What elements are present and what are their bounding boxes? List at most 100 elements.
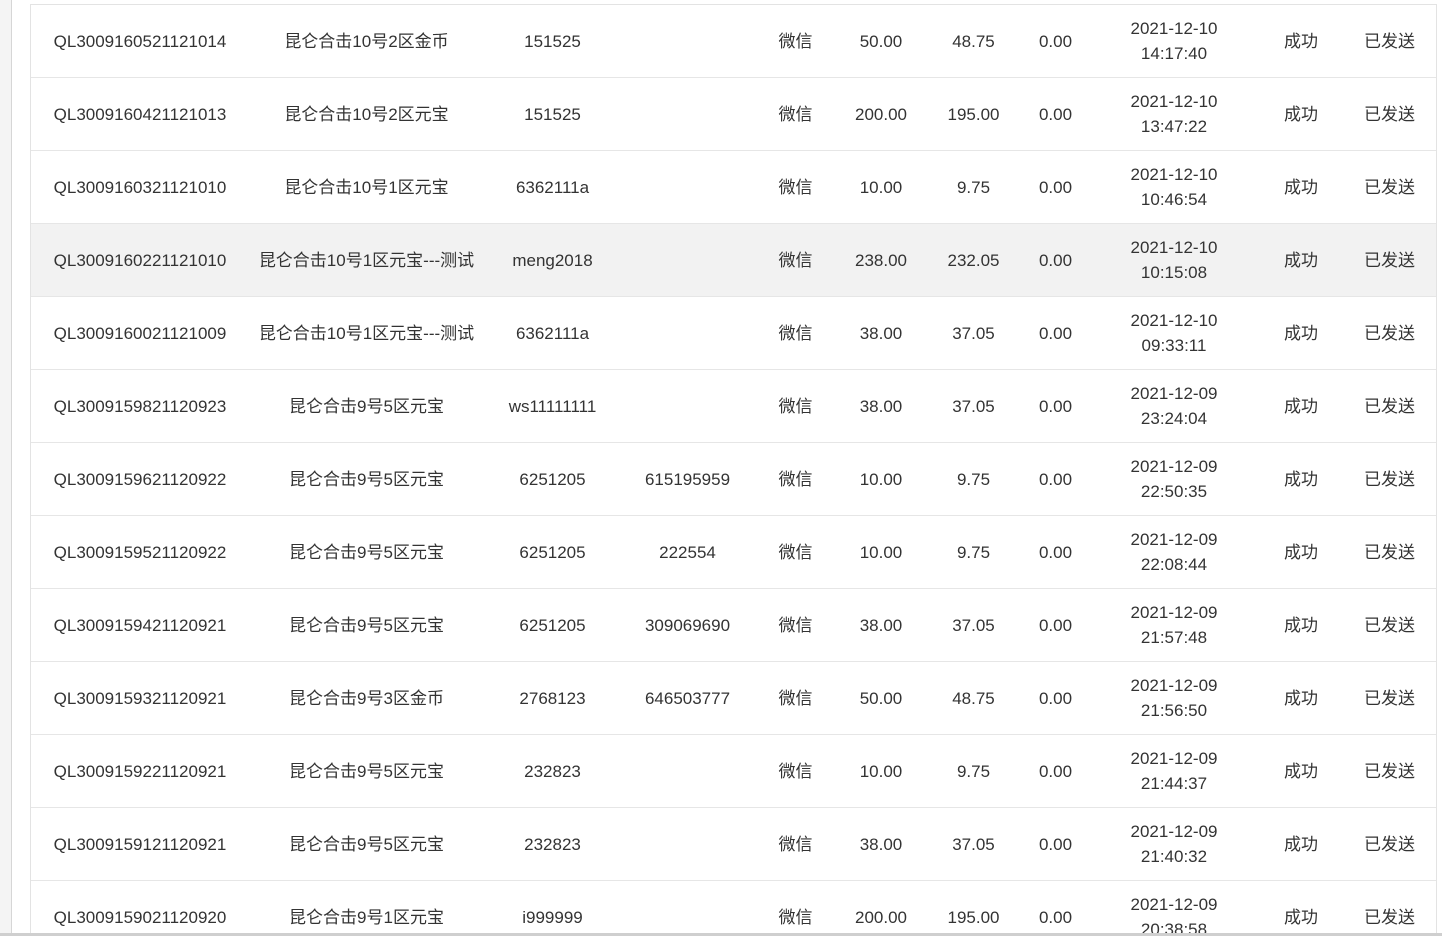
table-row[interactable]: QL3009159221120921 昆仑合击9号5区元宝 232823 微信 10.0… [31,734,1436,808]
game-product-cell: 昆仑合击10号1区元宝---测试 [249,296,484,370]
fee-cell: 0.00 [1022,880,1089,936]
order-date: 2021-12-09 [1130,676,1218,695]
game-product-cell: 昆仑合击9号5区元宝 [249,442,484,516]
role-id-cell [621,77,754,151]
order-amount-cell: 10.00 [837,515,925,589]
order-clock-time: 21:44:37 [1140,774,1208,793]
order-date: 2021-12-09 [1130,895,1218,914]
order-time-cell: 2021-12-09 21:44:37 [1089,734,1259,808]
fee-cell: 0.00 [1022,661,1089,735]
fee-cell: 0.00 [1022,515,1089,589]
actual-amount-cell: 37.05 [925,807,1022,881]
game-product-cell: 昆仑合击10号1区元宝 [249,150,484,224]
delivery-status-cell: 已发送 [1343,515,1436,589]
game-product-cell: 昆仑合击9号1区元宝 [249,880,484,936]
actual-amount-cell: 48.75 [925,5,1022,78]
order-number-cell: QL3009159421120921 [31,588,249,662]
table-row[interactable]: QL3009159521120922 昆仑合击9号5区元宝 6251205 22255… [31,515,1436,589]
role-id-cell [621,880,754,936]
table-row[interactable]: QL3009160421121013 昆仑合击10号2区元宝 151525 微信 200… [31,77,1436,151]
order-date: 2021-12-10 [1130,238,1218,257]
game-account-cell: 6251205 [484,515,621,589]
role-id-cell: 646503777 [621,661,754,735]
payment-method-cell: 微信 [754,442,837,516]
order-amount-cell: 200.00 [837,77,925,151]
table-row[interactable]: QL3009159821120923 昆仑合击9号5区元宝 ws11111111 微信… [31,369,1436,443]
order-amount-cell: 200.00 [837,880,925,936]
role-id-cell [621,5,754,78]
payment-method-cell: 微信 [754,5,837,78]
payment-method-cell: 微信 [754,515,837,589]
payment-method-cell: 微信 [754,661,837,735]
game-product-cell: 昆仑合击9号5区元宝 [249,807,484,881]
delivery-status-cell: 已发送 [1343,442,1436,516]
fee-cell: 0.00 [1022,369,1089,443]
order-clock-time: 21:57:48 [1140,628,1208,647]
order-time-cell: 2021-12-09 23:24:04 [1089,369,1259,443]
order-number-cell: QL3009160421121013 [31,77,249,151]
game-product-cell: 昆仑合击9号5区元宝 [249,369,484,443]
order-amount-cell: 10.00 [837,150,925,224]
order-date: 2021-12-09 [1130,603,1218,622]
fee-cell: 0.00 [1022,588,1089,662]
order-clock-time: 22:08:44 [1140,555,1208,574]
order-number-cell: QL3009160321121010 [31,150,249,224]
actual-amount-cell: 37.05 [925,588,1022,662]
payment-status-cell: 成功 [1259,588,1343,662]
order-time-cell: 2021-12-09 21:56:50 [1089,661,1259,735]
game-product-cell: 昆仑合击10号2区金币 [249,5,484,78]
order-clock-time: 21:56:50 [1140,701,1208,720]
order-number-cell: QL3009159821120923 [31,369,249,443]
order-amount-cell: 38.00 [837,369,925,443]
order-time-cell: 2021-12-09 22:08:44 [1089,515,1259,589]
order-time-cell: 2021-12-09 21:40:32 [1089,807,1259,881]
delivery-status-cell: 已发送 [1343,661,1436,735]
game-product-cell: 昆仑合击9号5区元宝 [249,515,484,589]
order-number-cell: QL3009159521120922 [31,515,249,589]
order-date: 2021-12-09 [1130,530,1218,549]
orders-table: QL3009160521121014 昆仑合击10号2区金币 151525 微信 50.… [31,5,1436,936]
left-scroll-gutter [0,0,12,936]
payment-method-cell: 微信 [754,369,837,443]
role-id-cell [621,807,754,881]
order-list-page: QL3009160521121014 昆仑合击10号2区金币 151525 微信 50.… [0,0,1442,936]
table-row[interactable]: QL3009159621120922 昆仑合击9号5区元宝 6251205 61519… [31,442,1436,516]
table-row[interactable]: QL3009160521121014 昆仑合击10号2区金币 151525 微信 50.… [31,5,1436,78]
table-row[interactable]: QL3009159321120921 昆仑合击9号3区金币 2768123 64650… [31,661,1436,735]
actual-amount-cell: 37.05 [925,296,1022,370]
order-clock-time: 14:17:40 [1140,44,1208,63]
payment-method-cell: 微信 [754,807,837,881]
order-time-cell: 2021-12-10 10:46:54 [1089,150,1259,224]
order-time-cell: 2021-12-10 13:47:22 [1089,77,1259,151]
table-row[interactable]: QL3009160021121009 昆仑合击10号1区元宝---测试 636211… [31,296,1436,370]
game-account-cell: ws11111111 [484,369,621,443]
payment-status-cell: 成功 [1259,150,1343,224]
role-id-cell [621,223,754,297]
payment-method-cell: 微信 [754,77,837,151]
payment-status-cell: 成功 [1259,661,1343,735]
payment-status-cell: 成功 [1259,369,1343,443]
order-clock-time: 10:15:08 [1140,263,1208,282]
payment-status-cell: 成功 [1259,77,1343,151]
order-clock-time: 10:46:54 [1140,190,1208,209]
order-date: 2021-12-10 [1130,165,1218,184]
game-product-cell: 昆仑合击10号2区元宝 [249,77,484,151]
table-row[interactable]: QL3009159121120921 昆仑合击9号5区元宝 232823 微信 38.0… [31,807,1436,881]
order-number-cell: QL3009160021121009 [31,296,249,370]
payment-method-cell: 微信 [754,588,837,662]
order-amount-cell: 38.00 [837,588,925,662]
actual-amount-cell: 195.00 [925,880,1022,936]
table-row[interactable]: QL3009159421120921 昆仑合击9号5区元宝 6251205 30906… [31,588,1436,662]
delivery-status-cell: 已发送 [1343,588,1436,662]
game-account-cell: 151525 [484,77,621,151]
actual-amount-cell: 232.05 [925,223,1022,297]
table-row[interactable]: QL3009160221121010 昆仑合击10号1区元宝---测试 meng20… [31,223,1436,297]
delivery-status-cell: 已发送 [1343,5,1436,78]
role-id-cell [621,734,754,808]
table-row[interactable]: QL3009159021120920 昆仑合击9号1区元宝 i999999 微信 200… [31,880,1436,936]
table-row[interactable]: QL3009160321121010 昆仑合击10号1区元宝 6362111a 微信 1… [31,150,1436,224]
fee-cell: 0.00 [1022,807,1089,881]
orders-table-body: QL3009160521121014 昆仑合击10号2区金币 151525 微信 50.… [31,5,1436,936]
order-number-cell: QL3009159021120920 [31,880,249,936]
role-id-cell [621,369,754,443]
